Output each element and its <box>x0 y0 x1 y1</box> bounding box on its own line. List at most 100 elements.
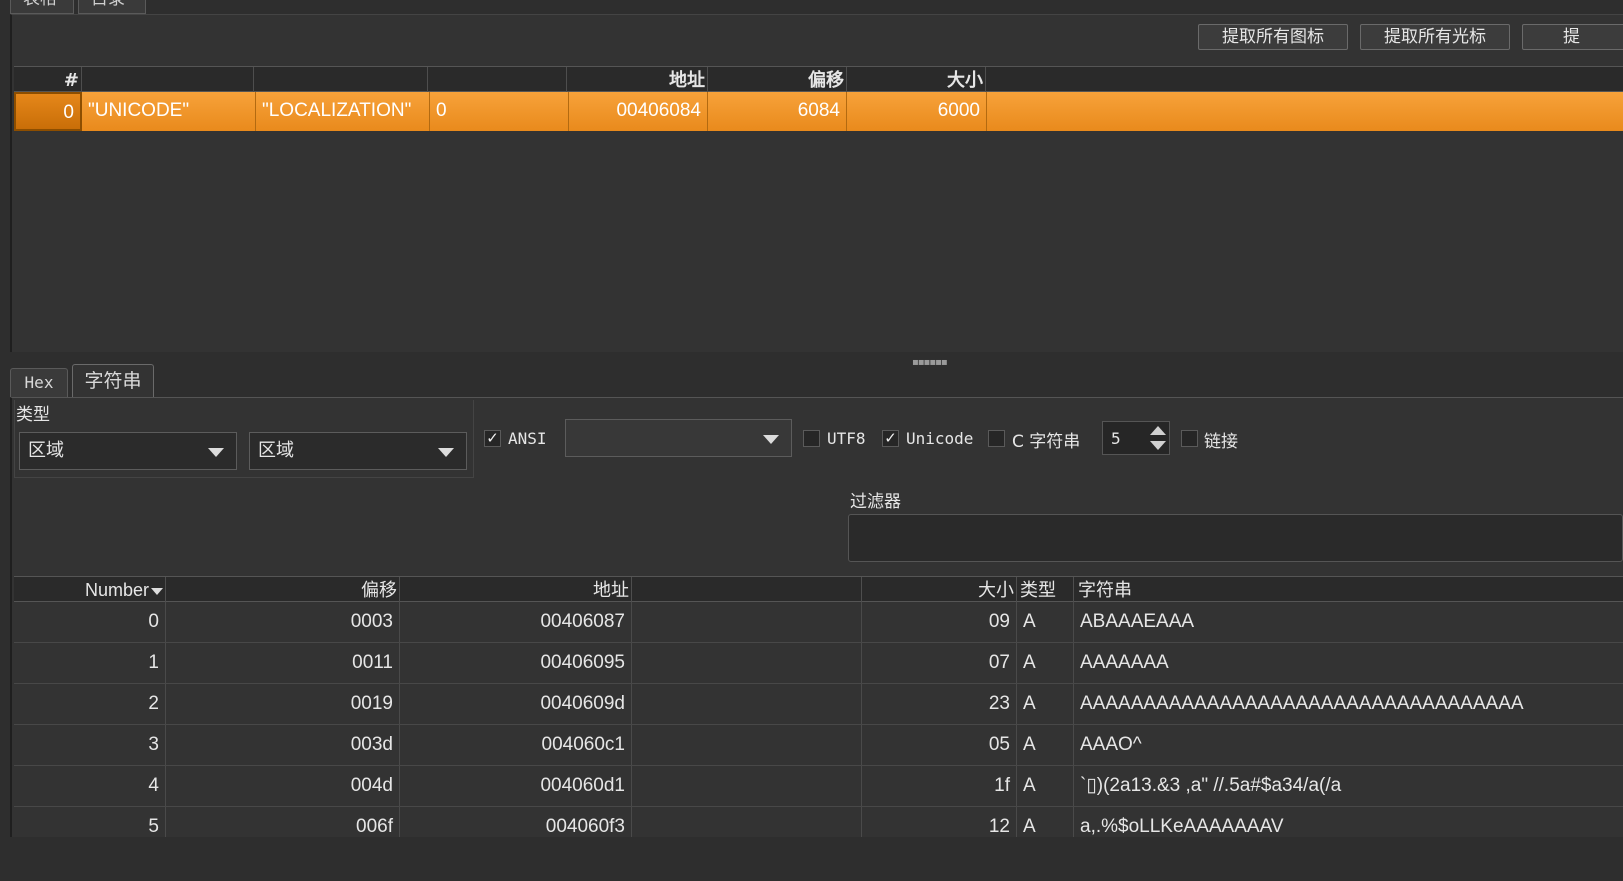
panel-splitter[interactable] <box>0 352 1623 364</box>
resource-size: 6000 <box>847 92 987 131</box>
col-blank-header[interactable] <box>632 577 862 602</box>
row-type: A <box>1017 643 1074 683</box>
link-checkbox[interactable] <box>1181 430 1198 447</box>
row-number: 0 <box>14 602 166 642</box>
extract-more-button[interactable]: 提 <box>1522 24 1623 50</box>
col-size-header[interactable]: 大小 <box>862 577 1017 602</box>
row-size: 09 <box>862 602 1017 642</box>
row-type: A <box>1017 725 1074 765</box>
row-blank <box>632 725 862 765</box>
row-offset: 004d <box>166 766 400 806</box>
resource-offset: 6084 <box>708 92 847 131</box>
table-row[interactable]: 1 0011 00406095 07 A AAAAAAA <box>14 643 1623 684</box>
resource-index: 0 <box>14 92 82 131</box>
col-address-header[interactable]: 地址 <box>400 577 632 602</box>
splitter-grip-icon[interactable]: ▪▪▪▪▪▪ <box>912 357 948 368</box>
row-blank <box>632 643 862 683</box>
row-string: AAAAAAA <box>1080 652 1169 673</box>
chevron-down-icon <box>438 448 454 457</box>
unicode-checkbox[interactable]: ✓ <box>882 430 899 447</box>
region-select-1-value: 区域 <box>28 440 64 461</box>
region-select-2-value: 区域 <box>258 440 294 461</box>
min-length-spinbox[interactable]: 5 <box>1102 421 1170 455</box>
filter-input[interactable] <box>848 514 1623 562</box>
region-select-2[interactable]: 区域 <box>249 432 467 470</box>
row-number: 2 <box>14 684 166 724</box>
row-number: 5 <box>14 807 166 837</box>
row-number: 1 <box>14 643 166 683</box>
row-address: 004060c1 <box>400 725 632 765</box>
chevron-down-icon <box>763 435 779 444</box>
col-offset-header[interactable]: 偏移 <box>708 67 847 92</box>
cstring-checkbox[interactable] <box>988 430 1005 447</box>
row-size: 05 <box>862 725 1017 765</box>
row-type: A <box>1017 807 1074 837</box>
row-size: 1f <box>862 766 1017 806</box>
region-select-1[interactable]: 区域 <box>19 432 237 470</box>
resource-address: 00406084 <box>569 92 708 131</box>
utf8-checkbox[interactable] <box>803 430 820 447</box>
col-number-header[interactable]: Number <box>14 577 166 602</box>
spin-down-icon[interactable] <box>1150 441 1166 450</box>
resources-panel <box>10 14 1623 352</box>
min-length-value: 5 <box>1111 429 1121 448</box>
col-index-header[interactable]: # <box>14 67 82 92</box>
ansi-checkbox[interactable]: ✓ <box>484 430 501 447</box>
tab-strings[interactable]: 字符串 <box>72 364 154 398</box>
row-blank <box>632 602 862 642</box>
table-row[interactable]: 3 003d 004060c1 05 A AAAO^ <box>14 725 1623 766</box>
row-string: a,.%$oLLKeAAAAAAAV <box>1080 816 1284 837</box>
resource-type: "UNICODE" <box>82 92 256 131</box>
resource-name: "LOCALIZATION" <box>256 92 430 131</box>
tab-table[interactable]: 表格 <box>10 0 74 14</box>
cstring-label: C 字符串 <box>1012 432 1081 452</box>
col-type-header[interactable]: 类型 <box>1017 577 1074 602</box>
row-size: 12 <box>862 807 1017 837</box>
row-offset: 0003 <box>166 602 400 642</box>
col-address-header[interactable]: 地址 <box>567 67 708 92</box>
row-string: AAAO^ <box>1080 734 1142 755</box>
col-size-header[interactable]: 大小 <box>847 67 986 92</box>
row-type: A <box>1017 684 1074 724</box>
row-size: 07 <box>862 643 1017 683</box>
col-string-header[interactable]: 字符串 <box>1074 577 1623 602</box>
row-offset: 0019 <box>166 684 400 724</box>
table-row[interactable]: 2 0019 0040609d 23 A AAAAAAAAAAAAAAAAAAA… <box>14 684 1623 725</box>
row-number: 4 <box>14 766 166 806</box>
row-string: `▯)(2a13.&3 ,a" //.5a#$a34/a(/a <box>1080 775 1342 796</box>
ansi-label: ANSI <box>508 429 547 448</box>
col-offset-header[interactable]: 偏移 <box>166 577 400 602</box>
resource-row[interactable]: 0 "UNICODE" "LOCALIZATION" 0 00406084 60… <box>14 92 1623 131</box>
row-offset: 006f <box>166 807 400 837</box>
chevron-down-icon <box>208 448 224 457</box>
tab-hex[interactable]: Hex <box>10 368 68 398</box>
col-number-label: Number <box>84 580 149 600</box>
col-name-header[interactable] <box>254 67 428 92</box>
tab-directory[interactable]: 目录 <box>78 0 146 14</box>
table-row[interactable]: 0 0003 00406087 09 A ABAAAEAAA <box>14 602 1623 643</box>
row-type: A <box>1017 602 1074 642</box>
row-address: 00406095 <box>400 643 632 683</box>
col-lang-header[interactable] <box>428 67 567 92</box>
row-address: 00406087 <box>400 602 632 642</box>
row-blank <box>632 684 862 724</box>
link-label: 链接 <box>1204 432 1238 452</box>
row-string: AAAAAAAAAAAAAAAAAAAAAAAAAAAAAAAAAAA <box>1080 693 1524 714</box>
spin-up-icon[interactable] <box>1150 426 1166 435</box>
extract-icons-button[interactable]: 提取所有图标 <box>1198 24 1348 50</box>
col-type-header[interactable] <box>82 67 254 92</box>
sort-desc-icon <box>151 587 163 595</box>
row-string: ABAAAEAAA <box>1080 611 1195 632</box>
unicode-label: Unicode <box>906 429 974 448</box>
strings-table-header: Number 偏移 地址 大小 类型 字符串 <box>14 576 1623 602</box>
table-row[interactable]: 4 004d 004060d1 1f A `▯)(2a13.&3 ,a" //.… <box>14 766 1623 807</box>
row-offset: 003d <box>166 725 400 765</box>
utf8-label: UTF8 <box>827 429 866 448</box>
row-address: 004060f3 <box>400 807 632 837</box>
row-blank <box>632 807 862 837</box>
extract-cursors-button[interactable]: 提取所有光标 <box>1360 24 1510 50</box>
encoding-select[interactable] <box>565 419 792 457</box>
table-row[interactable]: 5 006f 004060f3 12 A a,.%$oLLKeAAAAAAAV <box>14 807 1623 837</box>
row-type: A <box>1017 766 1074 806</box>
resources-table-header: # 地址 偏移 大小 <box>14 66 1623 92</box>
